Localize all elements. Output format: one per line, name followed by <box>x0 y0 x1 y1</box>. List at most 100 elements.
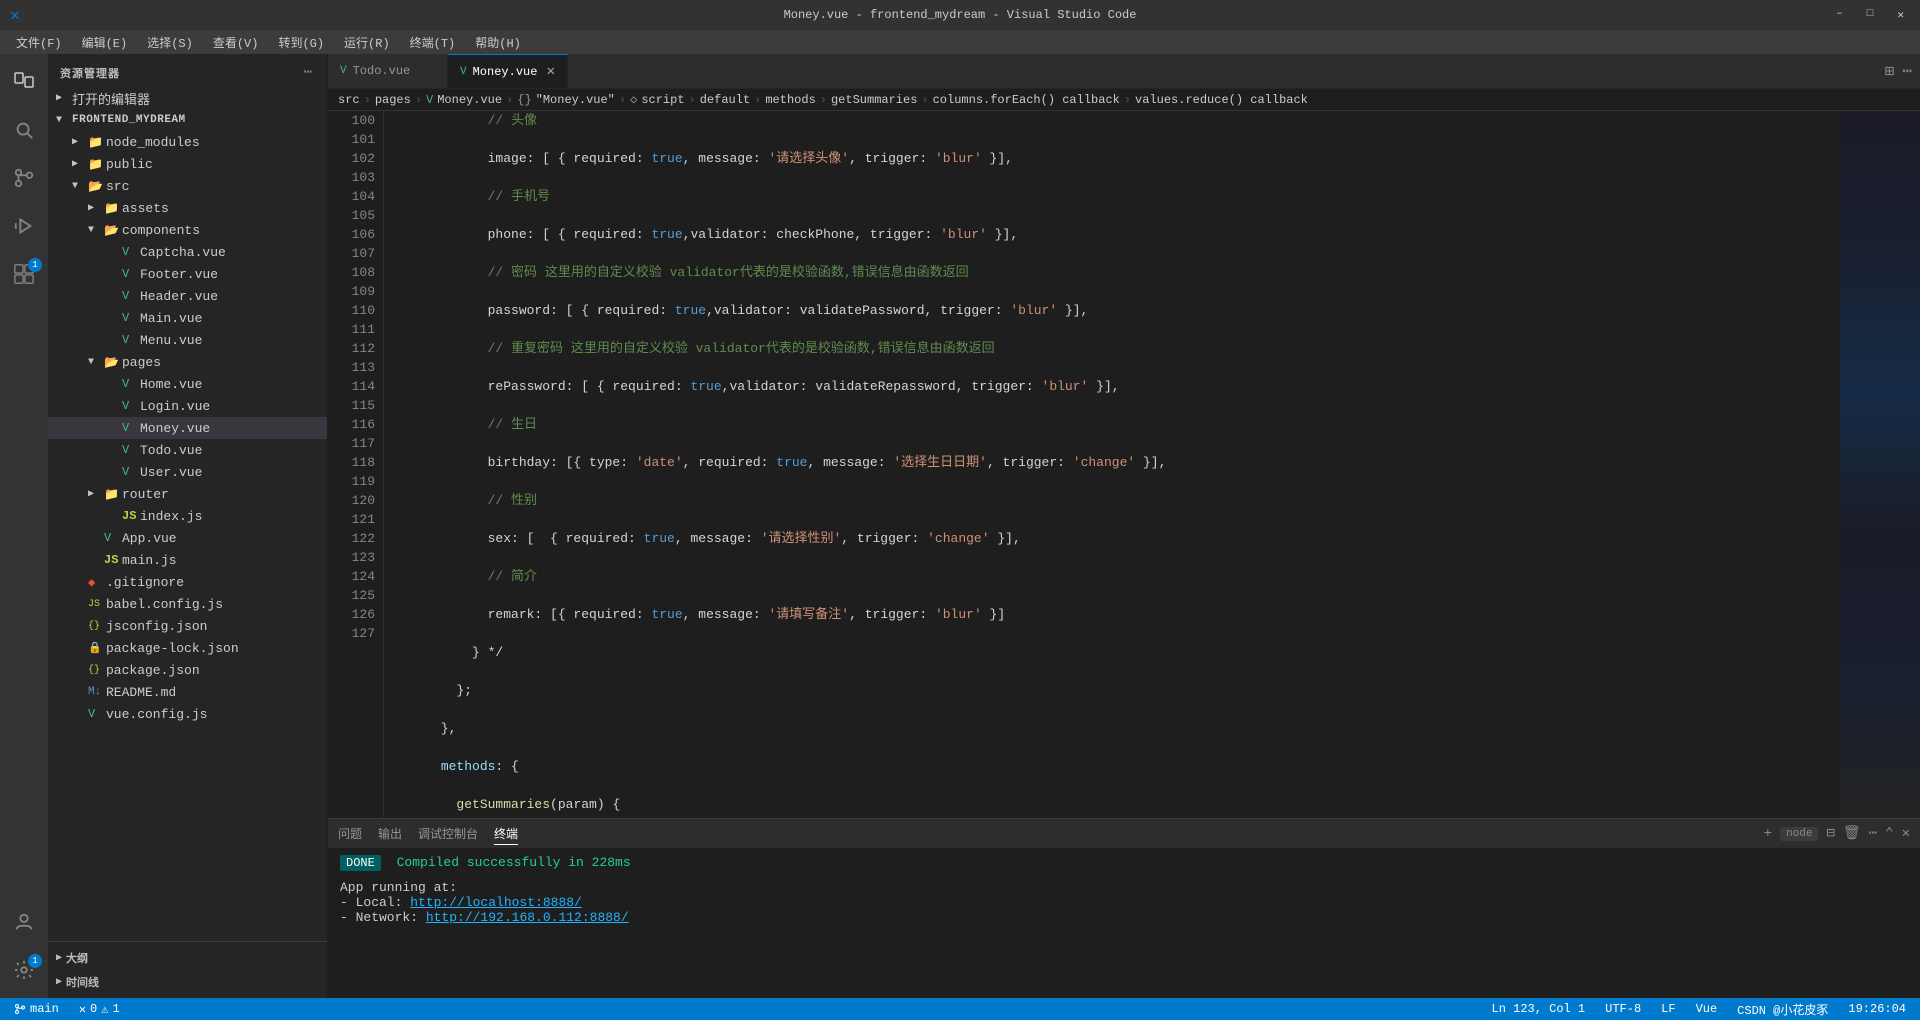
tree-menu[interactable]: V Menu.vue <box>48 329 327 351</box>
tree-jsconfig[interactable]: {} jsconfig.json <box>48 615 327 637</box>
activity-git-icon[interactable] <box>0 154 48 202</box>
tree-public[interactable]: ▶ 📁 public <box>48 153 327 175</box>
terminal-more-icon[interactable]: ⋯ <box>1869 825 1877 842</box>
sidebar-bottom: ▶ 大纲 ▶ 时间线 <box>48 941 327 998</box>
tab-problems[interactable]: 问题 <box>338 823 362 844</box>
tab-todo[interactable]: V Todo.vue <box>328 54 448 88</box>
tree-router[interactable]: ▶ 📁 router <box>48 483 327 505</box>
status-git-branch[interactable]: main <box>10 1002 63 1016</box>
tree-header[interactable]: V Header.vue <box>48 285 327 307</box>
tree-assets[interactable]: ▶ 📁 assets <box>48 197 327 219</box>
tree-vue-config[interactable]: V vue.config.js <box>48 703 327 725</box>
status-line-ending[interactable]: LF <box>1657 1002 1679 1016</box>
tree-todo[interactable]: V Todo.vue <box>48 439 327 461</box>
tree-user[interactable]: V User.vue <box>48 461 327 483</box>
terminal-panel: 问题 输出 调试控制台 终端 + node ⊟ 🗑 ⋯ ⌃ ✕ DONE Com… <box>328 818 1920 998</box>
menu-goto[interactable]: 转到(G) <box>270 32 332 53</box>
tree-home[interactable]: V Home.vue <box>48 373 327 395</box>
terminal-app-running-label: App running at: <box>340 880 457 895</box>
terminal-maximize-icon[interactable]: ⌃ <box>1885 825 1893 842</box>
footer-vue-icon: V <box>122 267 140 281</box>
status-time: 19:26:04 <box>1844 1002 1910 1016</box>
terminal-split-icon[interactable]: ⊟ <box>1826 825 1834 842</box>
terminal-close-icon[interactable]: ✕ <box>1902 825 1910 842</box>
menu-run[interactable]: 运行(R) <box>336 32 398 53</box>
file-tree: ▶ 📁 node_modules ▶ 📁 public ▼ 📂 src ▶ 📁 … <box>48 131 327 941</box>
editor-layout-icon[interactable]: ⊞ <box>1885 61 1895 81</box>
tree-gitignore[interactable]: ◆ .gitignore <box>48 571 327 593</box>
project-root[interactable]: ▼ FRONTEND_MYDREAM <box>48 109 327 131</box>
vue-config-icon: V <box>88 707 106 721</box>
close-button[interactable]: ✕ <box>1891 6 1910 24</box>
tree-main-js[interactable]: JS main.js <box>48 549 327 571</box>
breadcrumb-script[interactable]: script <box>641 93 684 107</box>
terminal-network-url[interactable]: http://192.168.0.112:8888/ <box>426 910 629 925</box>
tree-money[interactable]: V Money.vue <box>48 417 327 439</box>
home-vue-icon: V <box>122 377 140 391</box>
tree-package-lock[interactable]: 🔒 package-lock.json <box>48 637 327 659</box>
breadcrumb-sep3: › <box>506 93 513 107</box>
menu-help[interactable]: 帮助(H) <box>467 32 529 53</box>
code-editor[interactable]: 100101102103104 105106107108109 11011111… <box>328 111 1920 818</box>
outline-section[interactable]: ▶ 大纲 <box>48 946 327 970</box>
menu-terminal[interactable]: 终端(T) <box>402 32 464 53</box>
breadcrumb-moneyvue[interactable]: "Money.vue" <box>536 93 615 107</box>
breadcrumb-getsummaries[interactable]: getSummaries <box>831 93 917 107</box>
status-position[interactable]: Ln 123, Col 1 <box>1488 1002 1590 1016</box>
activity-settings-icon[interactable]: 1 <box>0 946 48 994</box>
tree-babel[interactable]: JS babel.config.js <box>48 593 327 615</box>
tab-terminal[interactable]: 终端 <box>494 823 518 845</box>
tree-pages[interactable]: ▼ 📂 pages <box>48 351 327 373</box>
breadcrumb-foreach[interactable]: columns.forEach() callback <box>933 93 1120 107</box>
editor-more-icon[interactable]: ⋯ <box>1902 61 1912 81</box>
maximize-button[interactable]: □ <box>1861 6 1880 24</box>
tab-money[interactable]: V Money.vue ✕ <box>448 54 568 88</box>
terminal-add-icon[interactable]: + <box>1764 826 1772 842</box>
activity-extensions-icon[interactable]: 1 <box>0 250 48 298</box>
breadcrumb-methods[interactable]: methods <box>765 93 815 107</box>
activity-debug-icon[interactable] <box>0 202 48 250</box>
minimize-button[interactable]: ‒ <box>1830 6 1849 24</box>
activity-account-icon[interactable] <box>0 898 48 946</box>
terminal-content[interactable]: DONE Compiled successfully in 228ms App … <box>328 849 1920 998</box>
tab-output[interactable]: 输出 <box>378 823 402 844</box>
tree-router-index[interactable]: JS index.js <box>48 505 327 527</box>
breadcrumb-reduce[interactable]: values.reduce() callback <box>1135 93 1308 107</box>
breadcrumb-default[interactable]: default <box>700 93 750 107</box>
tab-money-close-icon[interactable]: ✕ <box>547 63 555 80</box>
gitignore-label: .gitignore <box>106 575 184 590</box>
tree-app-vue[interactable]: V App.vue <box>48 527 327 549</box>
timeline-section[interactable]: ▶ 时间线 <box>48 970 327 994</box>
tab-debug-console[interactable]: 调试控制台 <box>418 823 478 844</box>
tree-src[interactable]: ▼ 📂 src <box>48 175 327 197</box>
tree-readme[interactable]: M↓ README.md <box>48 681 327 703</box>
terminal-trash-icon[interactable]: 🗑 <box>1843 825 1861 842</box>
activity-search-icon[interactable] <box>0 106 48 154</box>
menu-edit[interactable]: 编辑(E) <box>74 32 136 53</box>
menu-select[interactable]: 选择(S) <box>139 32 201 53</box>
status-errors[interactable]: ✕ 0 ⚠ 1 <box>75 1002 124 1017</box>
tree-package-json[interactable]: {} package.json <box>48 659 327 681</box>
open-editors-section[interactable]: ▶ 打开的编辑器 <box>48 87 327 109</box>
code-lines[interactable]: // 头像 image: [ { required: true, message… <box>384 111 1840 818</box>
tree-main-vue[interactable]: V Main.vue <box>48 307 327 329</box>
tree-node-modules[interactable]: ▶ 📁 node_modules <box>48 131 327 153</box>
breadcrumb-pages[interactable]: pages <box>375 93 411 107</box>
menu-file[interactable]: 文件(F) <box>8 32 70 53</box>
tab-money-icon: V <box>460 66 467 78</box>
tree-components[interactable]: ▼ 📂 components <box>48 219 327 241</box>
breadcrumb-src[interactable]: src <box>338 93 360 107</box>
status-language[interactable]: Vue <box>1692 1002 1722 1016</box>
tree-captcha[interactable]: V Captcha.vue <box>48 241 327 263</box>
status-encoding[interactable]: UTF-8 <box>1601 1002 1645 1016</box>
tree-footer[interactable]: V Footer.vue <box>48 263 327 285</box>
activity-explorer-icon[interactable] <box>0 58 48 106</box>
footer-label: Footer.vue <box>140 267 218 282</box>
tree-login[interactable]: V Login.vue <box>48 395 327 417</box>
sidebar-new-file-icon[interactable]: ⋯ <box>302 62 315 83</box>
window-controls[interactable]: ‒ □ ✕ <box>1830 6 1910 24</box>
terminal-local-url[interactable]: http://localhost:8888/ <box>410 895 582 910</box>
src-arrow-icon: ▼ <box>72 181 88 192</box>
breadcrumb-file[interactable]: Money.vue <box>437 93 502 107</box>
menu-view[interactable]: 查看(V) <box>205 32 267 53</box>
